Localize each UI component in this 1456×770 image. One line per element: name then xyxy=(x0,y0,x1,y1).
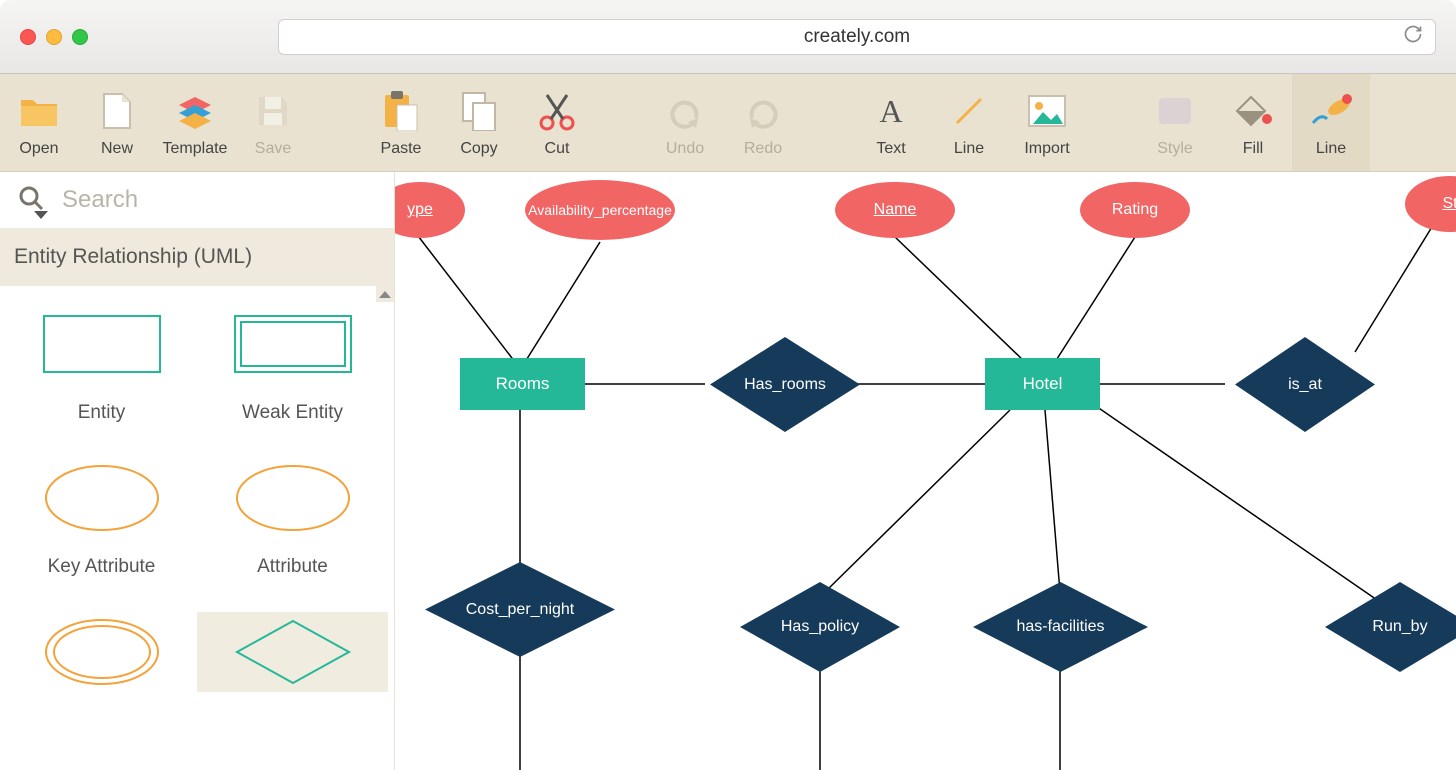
style-button[interactable]: Style xyxy=(1136,74,1214,171)
text-tool-button[interactable]: A Text xyxy=(852,74,930,171)
attribute-shape-icon xyxy=(233,458,353,538)
undo-button[interactable]: Undo xyxy=(646,74,724,171)
sidebar: Entity Relationship (UML) Entity Weak En… xyxy=(0,172,395,770)
relation-has-facilities[interactable]: has-facilities xyxy=(973,582,1148,672)
fill-icon xyxy=(1233,88,1273,134)
toolbar-label: Redo xyxy=(744,140,782,158)
toolbar-label: Open xyxy=(19,140,58,158)
style-icon xyxy=(1155,88,1195,134)
entity-rooms[interactable]: Rooms xyxy=(460,358,585,410)
toolbar-label: New xyxy=(101,140,133,158)
new-button[interactable]: New xyxy=(78,74,156,171)
copy-icon xyxy=(461,88,497,134)
main-area: Entity Relationship (UML) Entity Weak En… xyxy=(0,172,1456,770)
redo-icon xyxy=(744,88,782,134)
shape-weak-entity[interactable]: Weak Entity xyxy=(197,304,388,424)
maximize-window-button[interactable] xyxy=(72,29,88,45)
undo-icon xyxy=(666,88,704,134)
shape-entity[interactable]: Entity xyxy=(6,304,197,424)
shapes-panel: Entity Weak Entity Key Attribute xyxy=(0,286,394,770)
weak-entity-shape-icon xyxy=(233,304,353,384)
line-style-button[interactable]: Line xyxy=(1292,74,1370,171)
relation-is-at[interactable]: is_at xyxy=(1235,337,1375,432)
toolbar-label: Cut xyxy=(545,140,570,158)
shape-label: Attribute xyxy=(257,556,328,578)
toolbar-label: Text xyxy=(876,140,905,158)
open-button[interactable]: Open xyxy=(0,74,78,171)
relation-run-by[interactable]: Run_by xyxy=(1325,582,1456,672)
shape-label: Weak Entity xyxy=(242,402,343,424)
attribute-name[interactable]: Name xyxy=(835,182,955,238)
save-icon xyxy=(255,88,291,134)
relation-has-rooms[interactable]: Has_rooms xyxy=(710,337,860,432)
address-bar-url: creately.com xyxy=(804,26,910,48)
address-bar[interactable]: creately.com xyxy=(278,19,1436,55)
relation-has-policy[interactable]: Has_policy xyxy=(740,582,900,672)
connector-layer xyxy=(395,172,1456,770)
entity-shape-icon xyxy=(42,304,162,384)
window-controls xyxy=(20,29,88,45)
cut-icon xyxy=(537,88,577,134)
toolbar-label: Save xyxy=(255,140,291,158)
line-tool-button[interactable]: Line xyxy=(930,74,1008,171)
toolbar-label: Template xyxy=(163,140,228,158)
folder-icon xyxy=(19,88,59,134)
import-icon xyxy=(1027,88,1067,134)
paste-button[interactable]: Paste xyxy=(362,74,440,171)
refresh-icon[interactable] xyxy=(1403,24,1423,50)
relation-cost-per-night[interactable]: Cost_per_night xyxy=(425,562,615,657)
attribute-availability[interactable]: Availability_percentage xyxy=(525,180,675,240)
search-row xyxy=(0,172,394,228)
browser-chrome: creately.com xyxy=(0,0,1456,74)
relationship-shape-icon xyxy=(233,612,353,692)
key-attribute-shape-icon xyxy=(42,458,162,538)
category-label: Entity Relationship (UML) xyxy=(14,245,252,269)
svg-text:A: A xyxy=(879,94,902,128)
entity-hotel[interactable]: Hotel xyxy=(985,358,1100,410)
line-tool-icon xyxy=(951,88,987,134)
diagram-canvas[interactable]: ype Availability_percentage Name Rating … xyxy=(395,172,1456,770)
import-button[interactable]: Import xyxy=(1008,74,1086,171)
line-style-icon xyxy=(1309,88,1353,134)
shape-key-attribute[interactable]: Key Attribute xyxy=(6,458,197,578)
attribute-rating[interactable]: Rating xyxy=(1080,182,1190,238)
toolbar-label: Style xyxy=(1157,140,1193,158)
shape-relationship[interactable] xyxy=(197,612,388,692)
multivalued-attribute-shape-icon xyxy=(42,612,162,692)
toolbar-label: Copy xyxy=(460,140,497,158)
redo-button[interactable]: Redo xyxy=(724,74,802,171)
search-dropdown-icon[interactable] xyxy=(34,211,48,219)
shape-label: Entity xyxy=(78,402,126,424)
new-file-icon xyxy=(102,88,132,134)
text-icon: A xyxy=(874,88,908,134)
search-input[interactable] xyxy=(62,186,376,214)
shape-attribute[interactable]: Attribute xyxy=(197,458,388,578)
shape-label: Key Attribute xyxy=(48,556,156,578)
toolbar: Open New Template Save Paste xyxy=(0,74,1456,172)
fill-button[interactable]: Fill xyxy=(1214,74,1292,171)
minimize-window-button[interactable] xyxy=(46,29,62,45)
shape-multivalued-attribute[interactable] xyxy=(6,612,197,692)
toolbar-label: Undo xyxy=(666,140,704,158)
scroll-up-icon[interactable] xyxy=(376,286,394,302)
close-window-button[interactable] xyxy=(20,29,36,45)
toolbar-label: Line xyxy=(954,140,984,158)
toolbar-label: Line xyxy=(1316,140,1346,158)
toolbar-label: Import xyxy=(1024,140,1069,158)
shape-category-header[interactable]: Entity Relationship (UML) xyxy=(0,228,394,286)
toolbar-label: Fill xyxy=(1243,140,1263,158)
paste-icon xyxy=(383,88,419,134)
template-button[interactable]: Template xyxy=(156,74,234,171)
toolbar-label: Paste xyxy=(381,140,422,158)
cut-button[interactable]: Cut xyxy=(518,74,596,171)
template-icon xyxy=(175,88,215,134)
copy-button[interactable]: Copy xyxy=(440,74,518,171)
save-button[interactable]: Save xyxy=(234,74,312,171)
